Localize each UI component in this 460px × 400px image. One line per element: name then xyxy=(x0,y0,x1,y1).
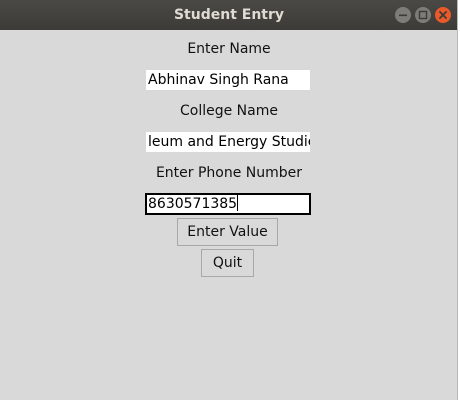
name-field[interactable]: Abhinav Singh Rana xyxy=(145,69,311,91)
app-window: Student Entry Enter Name Abhinav Singh R… xyxy=(0,0,458,400)
text-caret xyxy=(237,195,239,211)
title-bar[interactable]: Student Entry xyxy=(0,0,457,30)
maximize-icon[interactable] xyxy=(415,7,431,23)
quit-button[interactable]: Quit xyxy=(201,249,254,277)
phone-field[interactable]: 8630571385 xyxy=(145,193,311,215)
phone-label: Enter Phone Number xyxy=(155,165,303,181)
college-field[interactable]: leum and Energy Studies xyxy=(145,131,311,153)
phone-field-text: 8630571385 xyxy=(148,196,238,212)
enter-value-button[interactable]: Enter Value xyxy=(177,218,278,246)
college-label: College Name xyxy=(180,103,278,119)
minimize-icon[interactable] xyxy=(395,7,411,23)
name-label: Enter Name xyxy=(187,41,271,57)
close-icon[interactable] xyxy=(435,7,451,23)
window-title: Student Entry xyxy=(173,7,285,23)
